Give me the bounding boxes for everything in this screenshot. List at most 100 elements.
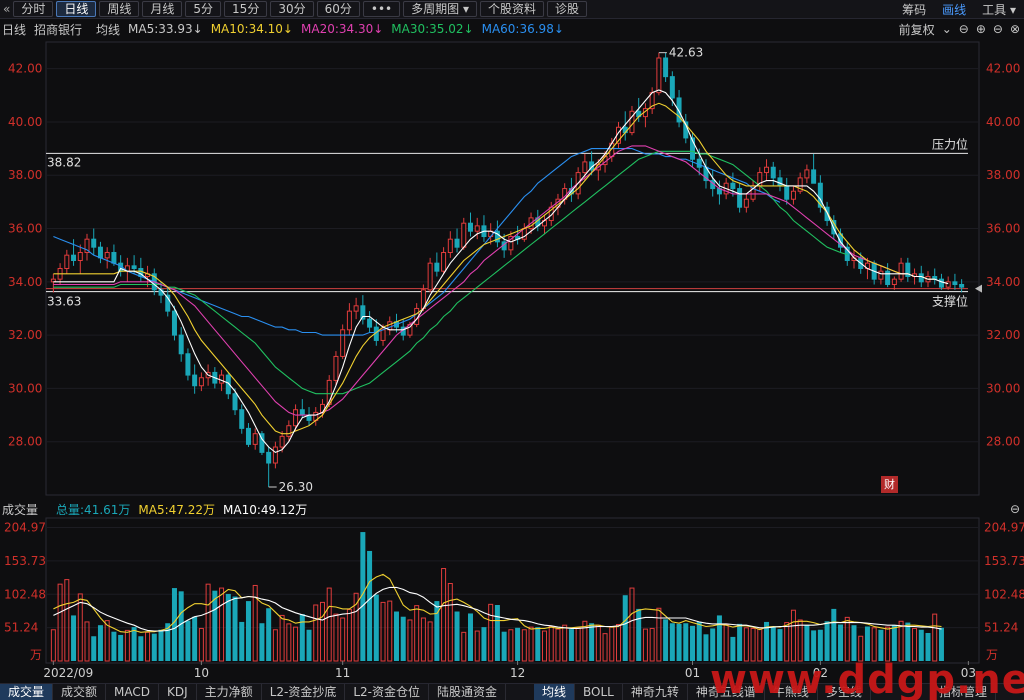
volume-bar: [636, 608, 642, 661]
x-tick-label: 2022/09: [43, 666, 93, 680]
candle-body: [245, 427, 251, 445]
volume-bar: [770, 626, 776, 661]
indicator-tab-5[interactable]: L2-资金抄底: [262, 683, 346, 700]
volume-unit-left: 万: [30, 648, 42, 662]
volume-bar: [367, 550, 373, 661]
candle-body: [299, 409, 305, 416]
volume-bar: [905, 622, 911, 661]
volume-bar: [481, 627, 487, 661]
candle-body: [804, 169, 810, 179]
volume-bar: [891, 625, 897, 661]
volume-bar: [521, 629, 527, 662]
volume-bar: [111, 631, 117, 661]
candle-body: [454, 238, 460, 248]
volume-bar: [279, 614, 285, 662]
volume-bar: [232, 596, 238, 661]
candle-body: [434, 262, 440, 272]
indicator-tab-4[interactable]: 主力净额: [197, 683, 262, 700]
volume-bar: [622, 595, 628, 661]
volume-bar: [568, 629, 574, 661]
volume-bar: [393, 611, 399, 661]
volume-bar: [239, 621, 245, 661]
volume-bar: [91, 636, 97, 661]
volume-bar: [629, 587, 635, 662]
volume-bar: [50, 629, 56, 662]
volume-bar: [104, 620, 110, 662]
indicator-tab-2[interactable]: MACD: [106, 683, 160, 700]
volume-bar: [609, 626, 615, 662]
volume-bar: [723, 624, 729, 662]
volume-bar: [373, 594, 379, 661]
volume-bar: [219, 587, 225, 662]
volume-bar: [649, 627, 655, 662]
stock-chart[interactable]: 42.00 42.00 40.00 40.00 38.00 38.00 36.00 36.00…: [0, 0, 1024, 700]
candle-body: [346, 310, 352, 331]
candle-body: [286, 425, 292, 437]
candle-body: [266, 451, 272, 464]
volume-bar: [266, 608, 272, 661]
candle-body: [447, 238, 453, 254]
candle-body: [239, 409, 245, 429]
volume-title[interactable]: 成交量: [2, 501, 38, 518]
volume-bar: [932, 613, 938, 662]
indicator-tab-0[interactable]: 成交量: [0, 683, 54, 700]
x-tick-label: 01: [685, 666, 700, 680]
volume-bar: [259, 623, 265, 661]
indicator-tab-11[interactable]: 神奇九转: [623, 683, 688, 700]
candle-body: [171, 310, 177, 336]
low-value: 26.30: [279, 480, 313, 494]
indicator-tab-10[interactable]: BOLL: [575, 683, 623, 700]
volume-bar: [178, 591, 184, 661]
volume-bar: [185, 620, 191, 661]
price-tick-left: 40.00: [8, 115, 42, 129]
volume-tick-right: 102.48: [984, 587, 1024, 601]
candle-body: [461, 222, 467, 248]
volume-bar: [71, 615, 77, 661]
volume-bar: [387, 600, 393, 662]
indicator-tab-6[interactable]: L2-资金仓位: [345, 683, 429, 700]
candle-body: [71, 254, 77, 262]
candle-body: [198, 377, 204, 387]
candle-body: [918, 273, 924, 283]
indicator-tab-9[interactable]: 均线: [534, 683, 576, 700]
volume-ma10: MA10:49.12万: [223, 503, 308, 517]
volume-bar: [467, 613, 473, 661]
volume-bar: [716, 615, 722, 661]
volume-bar: [333, 613, 339, 662]
volume-bar: [225, 593, 231, 661]
candle-body: [730, 182, 736, 190]
volume-bar: [535, 627, 541, 661]
candle-body: [952, 281, 958, 285]
volume-bar: [131, 627, 137, 661]
volume-bar: [784, 622, 790, 662]
candle-body: [232, 393, 238, 411]
indicator-tab-3[interactable]: KDJ: [159, 683, 197, 700]
indicator-tab-1[interactable]: 成交额: [53, 683, 107, 700]
price-tick-left: 38.00: [8, 168, 42, 182]
volume-bar: [447, 583, 453, 662]
volume-bar: [420, 617, 426, 662]
volume-bar: [824, 621, 830, 661]
volume-bar: [57, 583, 63, 662]
price-tick-right: 42.00: [986, 62, 1020, 76]
candle-body: [582, 161, 588, 174]
volume-bar: [414, 605, 420, 662]
volume-collapse-icon[interactable]: ⊖: [1010, 502, 1020, 516]
volume-bar: [299, 614, 305, 661]
volume-bar: [683, 623, 689, 661]
volume-bar: [192, 616, 198, 661]
candle-body: [427, 262, 433, 291]
indicator-tab-7[interactable]: 陆股通资金: [429, 683, 507, 700]
volume-bar: [844, 616, 850, 662]
finance-report-badge[interactable]: 财: [881, 476, 898, 493]
candle-body: [885, 270, 891, 285]
volume-total: 总量:41.61万: [56, 503, 131, 517]
candle-body: [790, 190, 796, 200]
candle-body: [185, 353, 191, 376]
volume-bar: [319, 601, 325, 662]
volume-tick-right: 153.73: [984, 554, 1024, 568]
stock-chart-window: { "toolbar": { "back_glyph": "«", "tabs"…: [0, 0, 1024, 700]
ma10-line: [53, 102, 935, 435]
volume-bar: [205, 583, 211, 662]
volume-bar: [676, 623, 682, 661]
